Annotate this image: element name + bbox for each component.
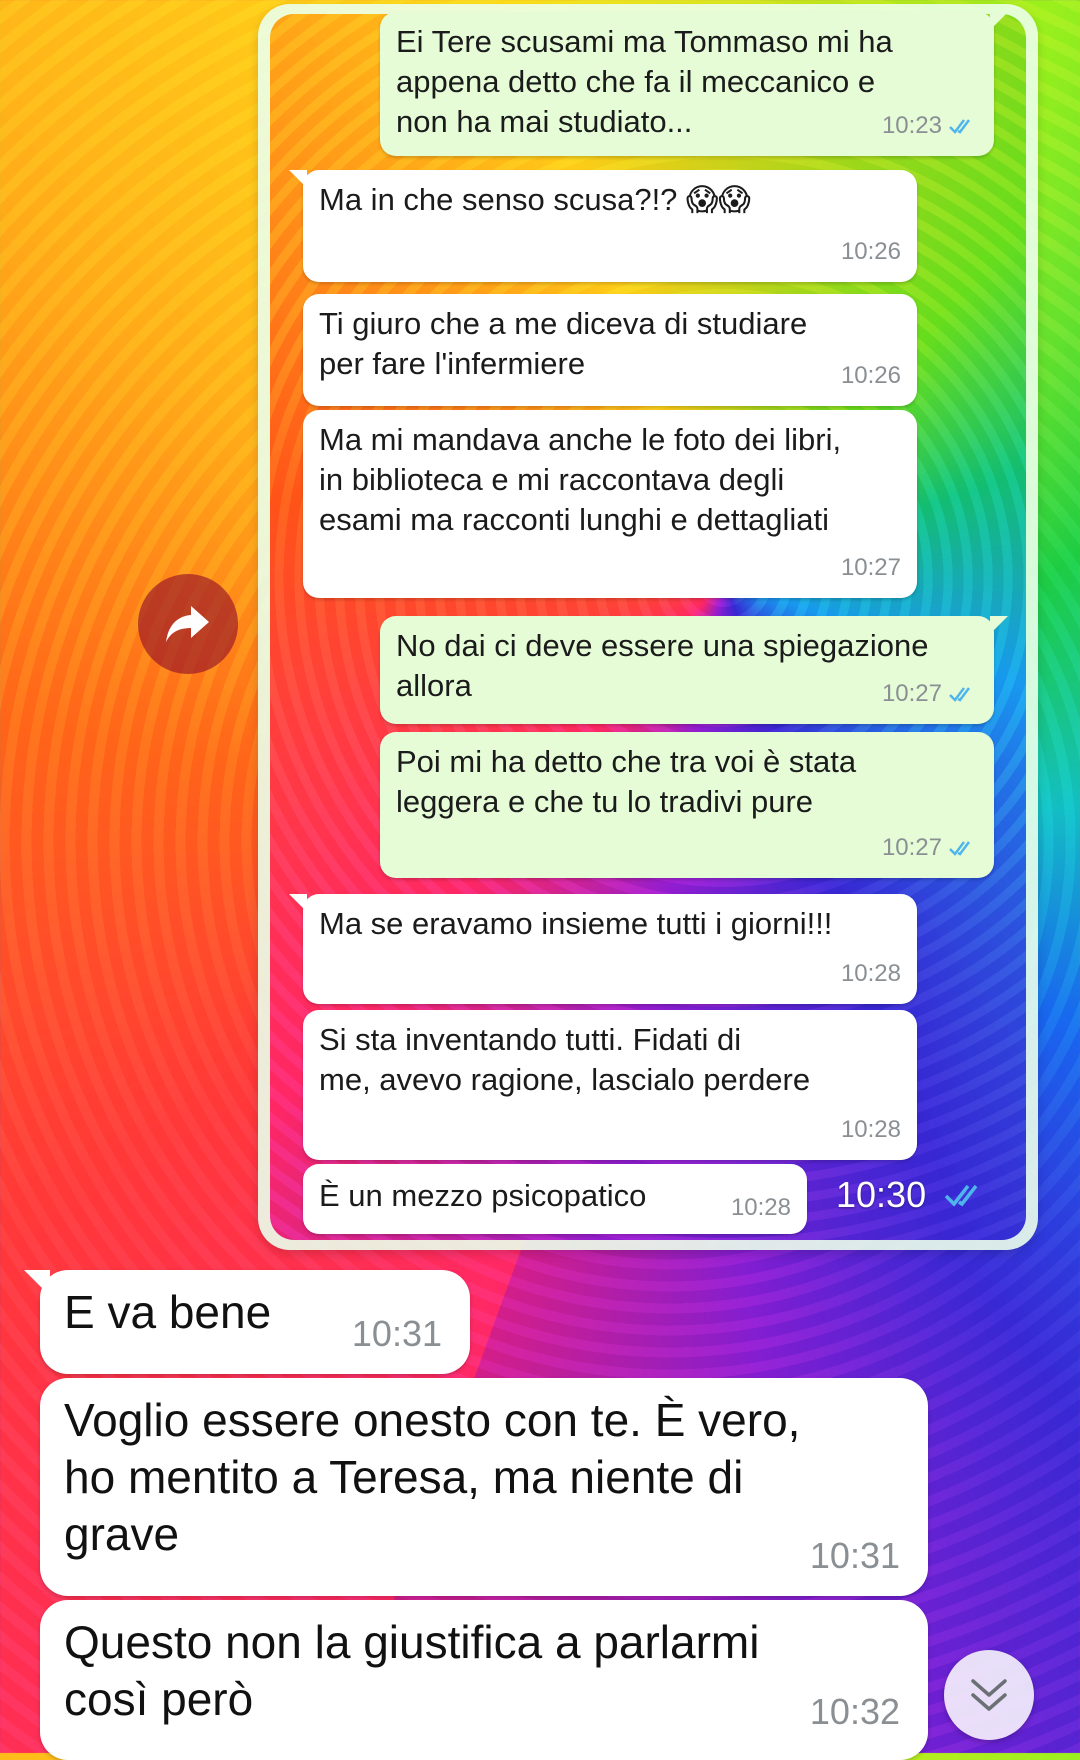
- double-check-icon: [949, 687, 970, 702]
- message-meta: 10:28: [731, 1188, 791, 1228]
- message-bubble-incoming[interactable]: Voglio essere onesto con te. È vero, ho …: [40, 1378, 928, 1596]
- message-time: 10:26: [840, 238, 901, 265]
- message-text: Ma mi mandava anche le foto dei libri, i…: [319, 422, 842, 537]
- message-meta: 10:27: [841, 548, 901, 588]
- message-time: 10:28: [840, 960, 901, 987]
- message-time: 10:31: [809, 1535, 900, 1576]
- message-text: Ti giuro che a me diceva di studiare per…: [319, 306, 808, 381]
- double-check-icon: [949, 841, 970, 856]
- message-bubble-outgoing[interactable]: Ei Tere scusami ma Tommaso mi ha appena …: [380, 12, 1008, 156]
- message-meta: 10:31: [352, 1305, 442, 1362]
- message-text: È un mezzo psicopatico: [319, 1178, 647, 1213]
- message-bubble-incoming[interactable]: Questo non la giustifica a parlarmi così…: [40, 1600, 928, 1760]
- message-text: Ma se eravamo insieme tutti i giorni!!!: [319, 906, 833, 941]
- message-bubble-incoming[interactable]: È un mezzo psicopatico 10:28: [303, 1164, 807, 1234]
- message-bubble-incoming[interactable]: Ti giuro che a me diceva di studiare per…: [303, 294, 917, 406]
- message-text: Questo non la giustifica a parlarmi così…: [64, 1616, 760, 1725]
- message-meta: 10:26: [841, 356, 901, 396]
- forward-button[interactable]: [138, 574, 238, 674]
- forwarded-message-meta: 10:30: [836, 1174, 988, 1216]
- message-time: 10:27: [881, 680, 942, 707]
- message-meta: 10:23: [882, 106, 978, 146]
- message-bubble-incoming[interactable]: E va bene 10:31: [24, 1270, 470, 1374]
- message-bubble-incoming[interactable]: Ma mi mandava anche le foto dei libri, i…: [303, 410, 917, 598]
- message-time: 10:27: [840, 554, 901, 581]
- message-time: 10:26: [840, 362, 901, 389]
- message-time: 10:23: [881, 112, 942, 139]
- message-meta: 10:26: [841, 232, 901, 272]
- message-bubble-outgoing[interactable]: Poi mi ha detto che tra voi è stata legg…: [380, 732, 994, 878]
- message-bubble-incoming[interactable]: Si sta inventando tutti. Fidati di me, a…: [303, 1010, 917, 1160]
- message-time: 10:28: [730, 1194, 791, 1221]
- message-text: Si sta inventando tutti. Fidati di me, a…: [319, 1022, 811, 1097]
- forward-arrow-icon: [166, 606, 209, 642]
- message-meta: 10:27: [882, 674, 978, 714]
- message-text: Voglio essere onesto con te. È vero, ho …: [64, 1394, 801, 1560]
- message-text: Poi mi ha detto che tra voi è stata legg…: [396, 744, 857, 819]
- message-meta: 10:32: [810, 1683, 900, 1740]
- double-check-icon: [944, 1184, 978, 1207]
- message-bubble-incoming[interactable]: Ma in che senso scusa?!? 😱😱 10:26: [289, 170, 917, 282]
- message-time: 10:31: [351, 1313, 442, 1354]
- message-meta: 10:28: [841, 954, 901, 994]
- message-text: Ma in che senso scusa?!? 😱😱: [319, 182, 751, 217]
- message-meta: 10:27: [882, 828, 978, 868]
- message-meta: 10:28: [841, 1110, 901, 1150]
- scroll-to-bottom-button[interactable]: [944, 1650, 1034, 1740]
- forwarded-message-time: 10:30: [836, 1174, 927, 1215]
- message-time: 10:28: [840, 1116, 901, 1143]
- message-time: 10:32: [809, 1691, 900, 1732]
- message-bubble-outgoing[interactable]: No dai ci deve essere una spiegazione al…: [380, 616, 1008, 724]
- chevron-double-down-icon: [971, 1679, 1007, 1711]
- message-meta: 10:31: [810, 1527, 900, 1584]
- forwarded-screenshot[interactable]: Ei Tere scusami ma Tommaso mi ha appena …: [258, 4, 1038, 1250]
- double-check-icon: [949, 119, 970, 134]
- message-time: 10:27: [881, 834, 942, 861]
- message-bubble-incoming[interactable]: Ma se eravamo insieme tutti i giorni!!! …: [289, 894, 917, 1004]
